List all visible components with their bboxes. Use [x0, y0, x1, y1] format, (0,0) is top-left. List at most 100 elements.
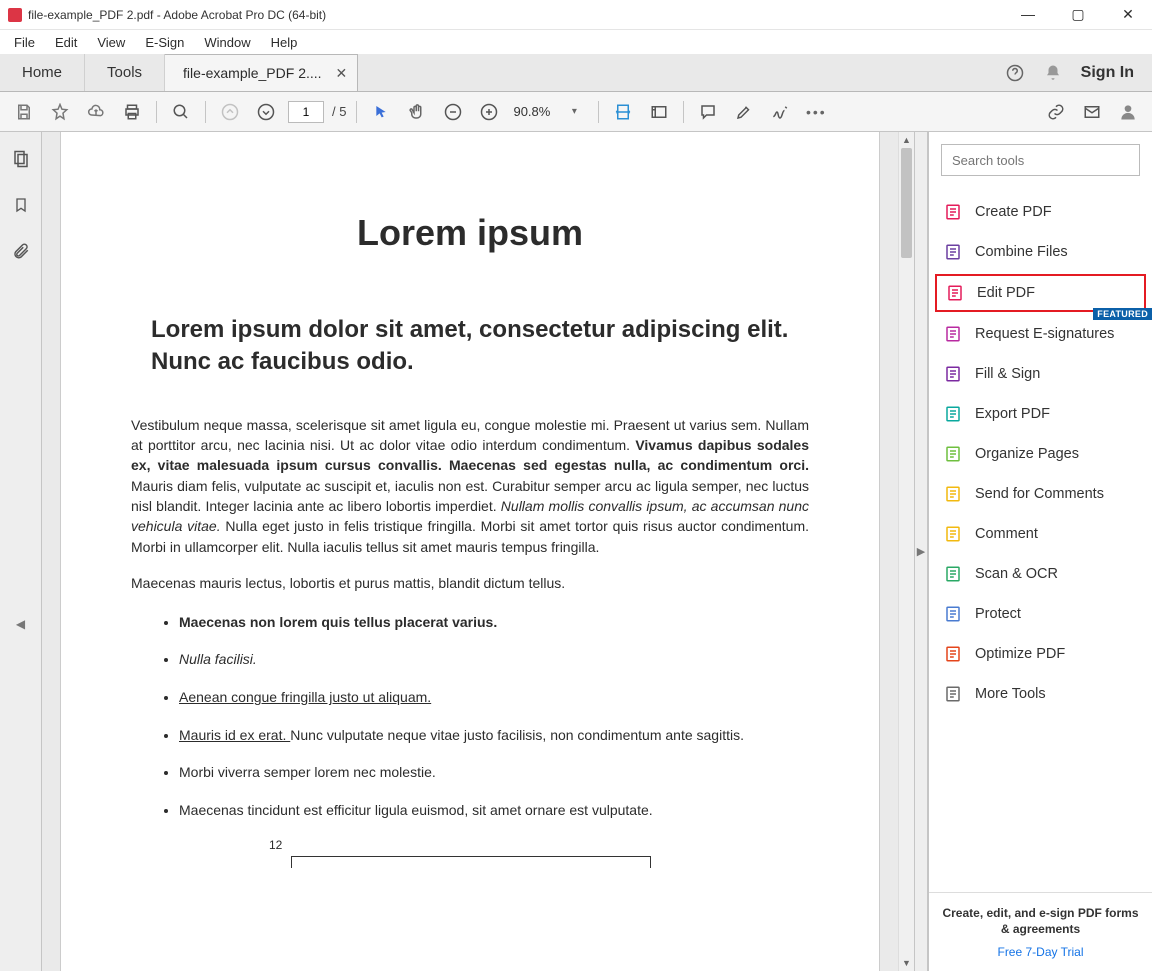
tool-label: Export PDF — [975, 406, 1050, 422]
page-total-label: / 5 — [332, 104, 346, 119]
fit-width-icon[interactable] — [609, 98, 637, 126]
tool-label: Organize Pages — [975, 446, 1079, 462]
tool-item-organize-pages[interactable]: Organize Pages — [929, 434, 1152, 474]
tool-item-export-pdf[interactable]: Export PDF — [929, 394, 1152, 434]
tool-icon — [943, 202, 963, 222]
magnify-icon[interactable] — [167, 98, 195, 126]
doc-title: Lorem ipsum — [131, 212, 809, 254]
tab-tools[interactable]: Tools — [85, 54, 165, 91]
tool-item-protect[interactable]: Protect — [929, 594, 1152, 634]
tool-label: Send for Comments — [975, 486, 1104, 502]
menu-window[interactable]: Window — [196, 33, 258, 52]
page-number-input[interactable] — [288, 101, 324, 123]
select-tool-icon[interactable] — [367, 98, 395, 126]
minimize-button[interactable]: — — [1012, 6, 1044, 23]
menu-esign[interactable]: E-Sign — [137, 33, 192, 52]
tool-item-combine-files[interactable]: Combine Files — [929, 232, 1152, 272]
maximize-button[interactable]: ▢ — [1062, 6, 1094, 23]
window-title: file-example_PDF 2.pdf - Adobe Acrobat P… — [28, 8, 1012, 22]
help-icon[interactable] — [1005, 63, 1025, 83]
scroll-up-icon[interactable]: ▲ — [899, 132, 914, 148]
scrollbar[interactable]: ▲ ▼ — [898, 132, 914, 971]
tab-home[interactable]: Home — [0, 54, 85, 91]
star-icon[interactable] — [46, 98, 74, 126]
tool-label: Optimize PDF — [975, 646, 1065, 662]
tool-icon — [943, 404, 963, 424]
tool-label: Protect — [975, 606, 1021, 622]
title-bar: file-example_PDF 2.pdf - Adobe Acrobat P… — [0, 0, 1152, 30]
chevron-right-icon: ▶ — [917, 545, 925, 558]
close-button[interactable]: ✕ — [1112, 6, 1144, 23]
tool-item-more-tools[interactable]: More Tools — [929, 674, 1152, 714]
attachment-icon[interactable] — [10, 240, 32, 262]
tool-item-create-pdf[interactable]: Create PDF — [929, 192, 1152, 232]
main-toolbar: / 5 90.8% ▾ ••• — [0, 92, 1152, 132]
doc-lead: Lorem ipsum dolor sit amet, consectetur … — [131, 314, 809, 379]
read-mode-icon[interactable] — [645, 98, 673, 126]
list-item: Mauris id ex erat. Nunc vulputate neque … — [179, 726, 809, 746]
zoom-out-icon[interactable] — [439, 98, 467, 126]
search-tools-input[interactable] — [952, 153, 1129, 168]
tool-label: More Tools — [975, 686, 1046, 702]
app-icon — [8, 8, 22, 22]
document-viewport[interactable]: Lorem ipsum Lorem ipsum dolor sit amet, … — [42, 132, 898, 971]
cloud-icon[interactable] — [82, 98, 110, 126]
print-icon[interactable] — [118, 98, 146, 126]
menu-edit[interactable]: Edit — [47, 33, 85, 52]
page-down-icon[interactable] — [252, 98, 280, 126]
tool-icon — [943, 644, 963, 664]
figure-box — [291, 856, 651, 868]
tool-item-edit-pdf[interactable]: Edit PDF — [935, 274, 1146, 312]
zoom-level-label: 90.8% — [511, 104, 552, 119]
tools-panel: Create PDFCombine FilesEdit PDFRequest E… — [928, 132, 1152, 971]
doc-paragraph-2: Maecenas mauris lectus, lobortis et puru… — [131, 575, 809, 591]
page-up-icon[interactable] — [216, 98, 244, 126]
figure-label: 12 — [269, 838, 809, 852]
email-icon[interactable] — [1078, 98, 1106, 126]
doc-list: Maecenas non lorem quis tellus placerat … — [131, 613, 809, 821]
profile-icon[interactable] — [1114, 98, 1142, 126]
menu-file[interactable]: File — [6, 33, 43, 52]
collapse-left-icon[interactable]: ◀ — [16, 617, 25, 631]
bookmark-icon[interactable] — [10, 194, 32, 216]
tool-item-request-e-signatures[interactable]: Request E-signaturesFEATURED — [929, 314, 1152, 354]
tool-label: Request E-signatures — [975, 326, 1114, 342]
tool-item-send-for-comments[interactable]: Send for Comments — [929, 474, 1152, 514]
tool-icon — [943, 444, 963, 464]
zoom-in-icon[interactable] — [475, 98, 503, 126]
menu-view[interactable]: View — [89, 33, 133, 52]
thumbnails-icon[interactable] — [10, 148, 32, 170]
tool-item-optimize-pdf[interactable]: Optimize PDF — [929, 634, 1152, 674]
bell-icon[interactable] — [1043, 63, 1063, 83]
tool-icon — [943, 324, 963, 344]
tab-close-icon[interactable]: ✕ — [336, 65, 348, 82]
featured-badge: FEATURED — [1093, 308, 1152, 320]
left-nav-panel: ◀ — [0, 132, 42, 971]
zoom-dropdown-icon[interactable]: ▾ — [560, 98, 588, 126]
free-trial-link[interactable]: Free 7-Day Trial — [939, 945, 1142, 959]
tool-item-fill-sign[interactable]: Fill & Sign — [929, 354, 1152, 394]
promo-message: Create, edit, and e-sign PDF forms & agr… — [939, 905, 1142, 937]
tool-item-comment[interactable]: Comment — [929, 514, 1152, 554]
tool-icon — [943, 604, 963, 624]
menu-help[interactable]: Help — [263, 33, 306, 52]
list-item: Nulla facilisi. — [179, 650, 809, 670]
tool-item-scan-ocr[interactable]: Scan & OCR — [929, 554, 1152, 594]
tool-icon — [943, 684, 963, 704]
sign-icon[interactable] — [766, 98, 794, 126]
more-icon[interactable]: ••• — [802, 98, 830, 126]
save-icon[interactable] — [10, 98, 38, 126]
tool-icon — [943, 242, 963, 262]
tab-document[interactable]: file-example_PDF 2.... ✕ — [165, 54, 358, 91]
link-icon[interactable] — [1042, 98, 1070, 126]
search-tools-box[interactable] — [941, 144, 1140, 176]
highlight-icon[interactable] — [730, 98, 758, 126]
tool-label: Combine Files — [975, 244, 1068, 260]
scroll-thumb[interactable] — [901, 148, 912, 258]
signin-button[interactable]: Sign In — [1081, 64, 1134, 82]
collapse-right-button[interactable]: ▶ — [914, 132, 928, 971]
list-item: Morbi viverra semper lorem nec molestie. — [179, 763, 809, 783]
scroll-down-icon[interactable]: ▼ — [899, 955, 914, 971]
hand-tool-icon[interactable] — [403, 98, 431, 126]
comment-icon[interactable] — [694, 98, 722, 126]
